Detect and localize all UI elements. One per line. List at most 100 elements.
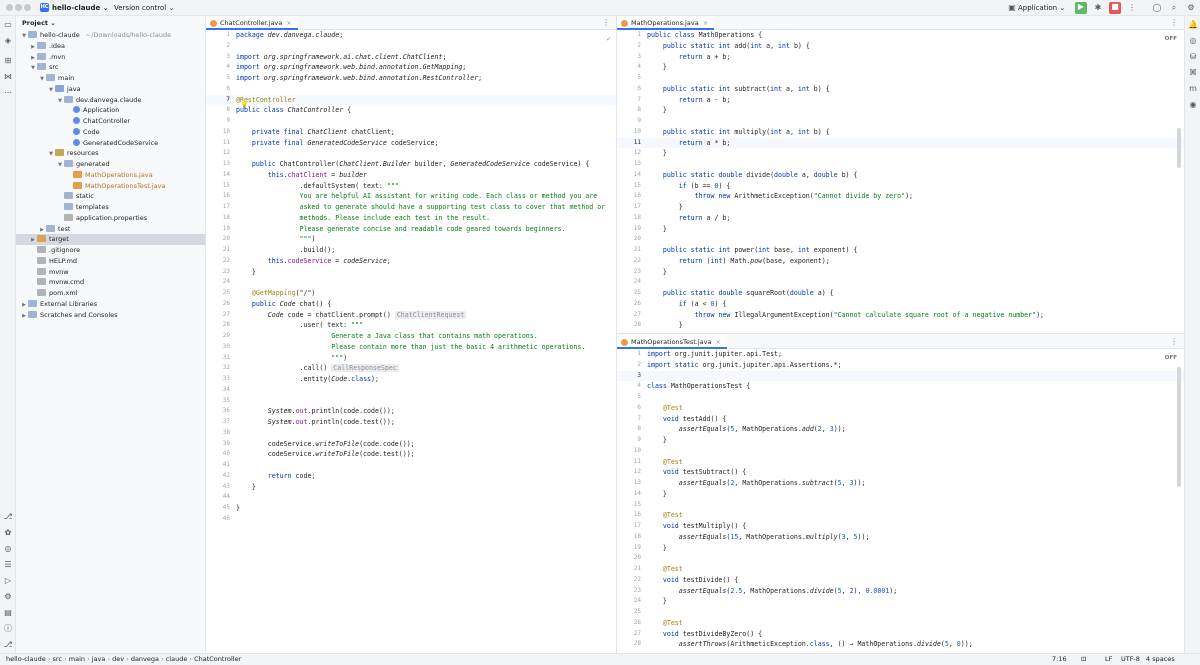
tree-item[interactable]: application.properties [16,213,205,224]
copilot-icon[interactable]: ◉ [1188,100,1198,110]
problems-tool-icon[interactable]: ⓘ [3,624,13,634]
git-tool-icon[interactable]: ⎇ [3,512,13,522]
code-line: this.codeService = codeService; [236,256,616,267]
tree-item[interactable]: MathOperations.java [16,170,205,181]
tree-item[interactable]: ▶ .idea [16,41,205,52]
close-tab-icon[interactable]: × [715,338,720,346]
tree-item[interactable]: ▶ Scratches and Consoles [16,310,205,321]
more-icon[interactable]: ⋮ [1127,3,1137,13]
ai-assistant-icon[interactable]: ◎ [1188,36,1198,46]
tree-item[interactable]: ▶ External Libraries [16,299,205,310]
tree-item[interactable]: templates [16,202,205,213]
tab-mathoperations[interactable]: MathOperations.java × [617,16,715,30]
tree-item[interactable]: MathOperationsTest.java [16,181,205,192]
tree-item[interactable]: HELP.md [16,256,205,267]
breadcrumb-item[interactable]: claude [166,655,188,663]
editor-mathoperationstest[interactable]: MathOperationsTest.java × ⋮ 1 2 3 4 5 6 7 8 9 10 11… [617,335,1184,653]
tree-item[interactable]: ▼ src [16,62,205,73]
tree-item[interactable]: ▼ generated [16,159,205,170]
project-tool-icon[interactable]: ▭ [3,20,13,30]
code-area[interactable]: package dev.danvega.claude; import org.sp… [236,30,616,653]
tree-item[interactable]: ▼ main [16,73,205,84]
tab-mathoperationstest[interactable]: MathOperationsTest.java × [617,335,727,349]
tree-item[interactable]: ▶ test [16,224,205,235]
settings-icon[interactable]: ⚙ [1186,3,1196,13]
structure-tool-icon[interactable]: ⊞ [3,56,13,66]
status-icon[interactable]: ⊡ [1081,654,1086,665]
breadcrumb-item[interactable]: src [53,655,63,663]
editor-more-icon[interactable]: ⋮ [1170,18,1178,27]
commit-tool-icon[interactable]: ⋈ [3,72,13,82]
tree-item[interactable]: Application [16,105,205,116]
plugin-tool-icon[interactable]: ◈ [3,36,13,46]
settings-tool-icon[interactable]: ⚙ [3,592,13,602]
tree-item[interactable]: Code [16,127,205,138]
line-number: 27 [222,310,230,318]
editor-more-icon[interactable]: ⋮ [602,18,610,27]
terminal-tool-icon[interactable]: ▤ [3,608,13,618]
tree-item[interactable]: mvnw [16,267,205,278]
breadcrumb-item[interactable]: danvega [131,655,159,663]
breadcrumb-item[interactable]: ChatController [194,655,241,663]
tree-item[interactable]: ▼ java [16,84,205,95]
notifications-icon[interactable]: 🔔 [1188,20,1198,30]
maven-icon[interactable]: m [1188,84,1198,94]
lightbulb-icon[interactable]: 💡 [240,101,249,109]
project-badge[interactable]: HC [40,3,49,12]
caret-position[interactable]: 7:16 [1052,654,1067,665]
search-icon[interactable]: ⌕ [1169,3,1179,13]
run-tool-icon[interactable]: ◎ [3,544,13,554]
tree-item[interactable]: ▼ hello-claude ~/Downloads/hello-claude [16,30,205,41]
indent-setting[interactable]: 4 spaces [1146,654,1175,665]
code-line: System.out.println(code.test()); [236,417,616,428]
project-switcher[interactable]: hello-claude ⌄ [52,4,109,12]
tree-item[interactable]: ▶ target [16,234,205,246]
chevron-right-icon[interactable]: ▶ [20,311,28,322]
breadcrumb-item[interactable]: java [92,655,106,663]
line-number: 26 [222,299,230,307]
editor-more-icon[interactable]: ⋮ [1170,337,1178,346]
scrollbar[interactable] [1177,128,1181,168]
stop-icon[interactable]: ■ [1109,2,1121,14]
tree-item[interactable]: .gitignore [16,245,205,256]
code-area[interactable]: import org.junit.jupiter.api.Test; import… [647,349,1184,653]
tree-item[interactable]: GeneratedCodeService [16,138,205,149]
tree-item[interactable]: ChatController [16,116,205,127]
breadcrumb-item[interactable]: main [69,655,85,663]
tree-item[interactable]: static [16,191,205,202]
tree-item[interactable]: ▼ dev.danvega.claude [16,95,205,106]
build-tool-icon[interactable]: ▷ [3,576,13,586]
services-tool-icon[interactable]: ✿ [3,528,13,538]
tab-chatcontroller[interactable]: ChatController.java × [206,16,298,30]
editor-mathoperations[interactable]: MathOperations.java × ⋮ 1 2 3 4 5 6 7 8 9 10 11 12 13… [617,16,1184,334]
breadcrumb-item[interactable]: hello-claude [6,655,46,663]
layers-tool-icon[interactable]: ☰ [3,560,13,570]
code-area[interactable]: public class MathOperations { public sta… [647,30,1184,333]
project-panel-header[interactable]: Project ⌄ [16,16,205,30]
account-icon[interactable]: ◯ [1152,3,1162,13]
close-tab-icon[interactable]: × [703,19,708,27]
vcs-tool-icon[interactable]: ⎇ [3,640,13,650]
debug-icon[interactable]: ✱ [1093,3,1103,13]
line-separator[interactable]: LF [1105,654,1112,665]
tree-item[interactable]: mvnw.cmd [16,277,205,288]
code-token: , [841,586,850,595]
scrollbar[interactable] [1177,367,1181,487]
minimize-window-button[interactable] [15,4,22,11]
editor-chatcontroller[interactable]: ChatController.java × ⋮ 1 2 3 4 5 6 7 8 9 10 11 12 13… [206,16,617,653]
more-tools-icon[interactable]: ⋯ [3,88,13,98]
code-token: a, [785,127,798,136]
zoom-window-button[interactable] [24,4,31,11]
database-icon[interactable]: ⛁ [1188,52,1198,62]
run-config-selector[interactable]: Application ⌄ [1018,4,1065,12]
gradle-icon[interactable]: ⌘ [1188,68,1198,78]
tree-item[interactable]: ▼ resources [16,148,205,159]
close-window-button[interactable] [6,4,13,11]
tree-item[interactable]: ▶ .mvn [16,52,205,63]
file-encoding[interactable]: UTF-8 [1121,654,1140,665]
tree-item[interactable]: pom.xml [16,288,205,299]
run-icon[interactable]: ▶ [1075,2,1087,14]
vcs-menu[interactable]: Version control ⌄ [114,4,174,12]
breadcrumb-item[interactable]: dev [112,655,124,663]
close-tab-icon[interactable]: × [286,19,291,27]
